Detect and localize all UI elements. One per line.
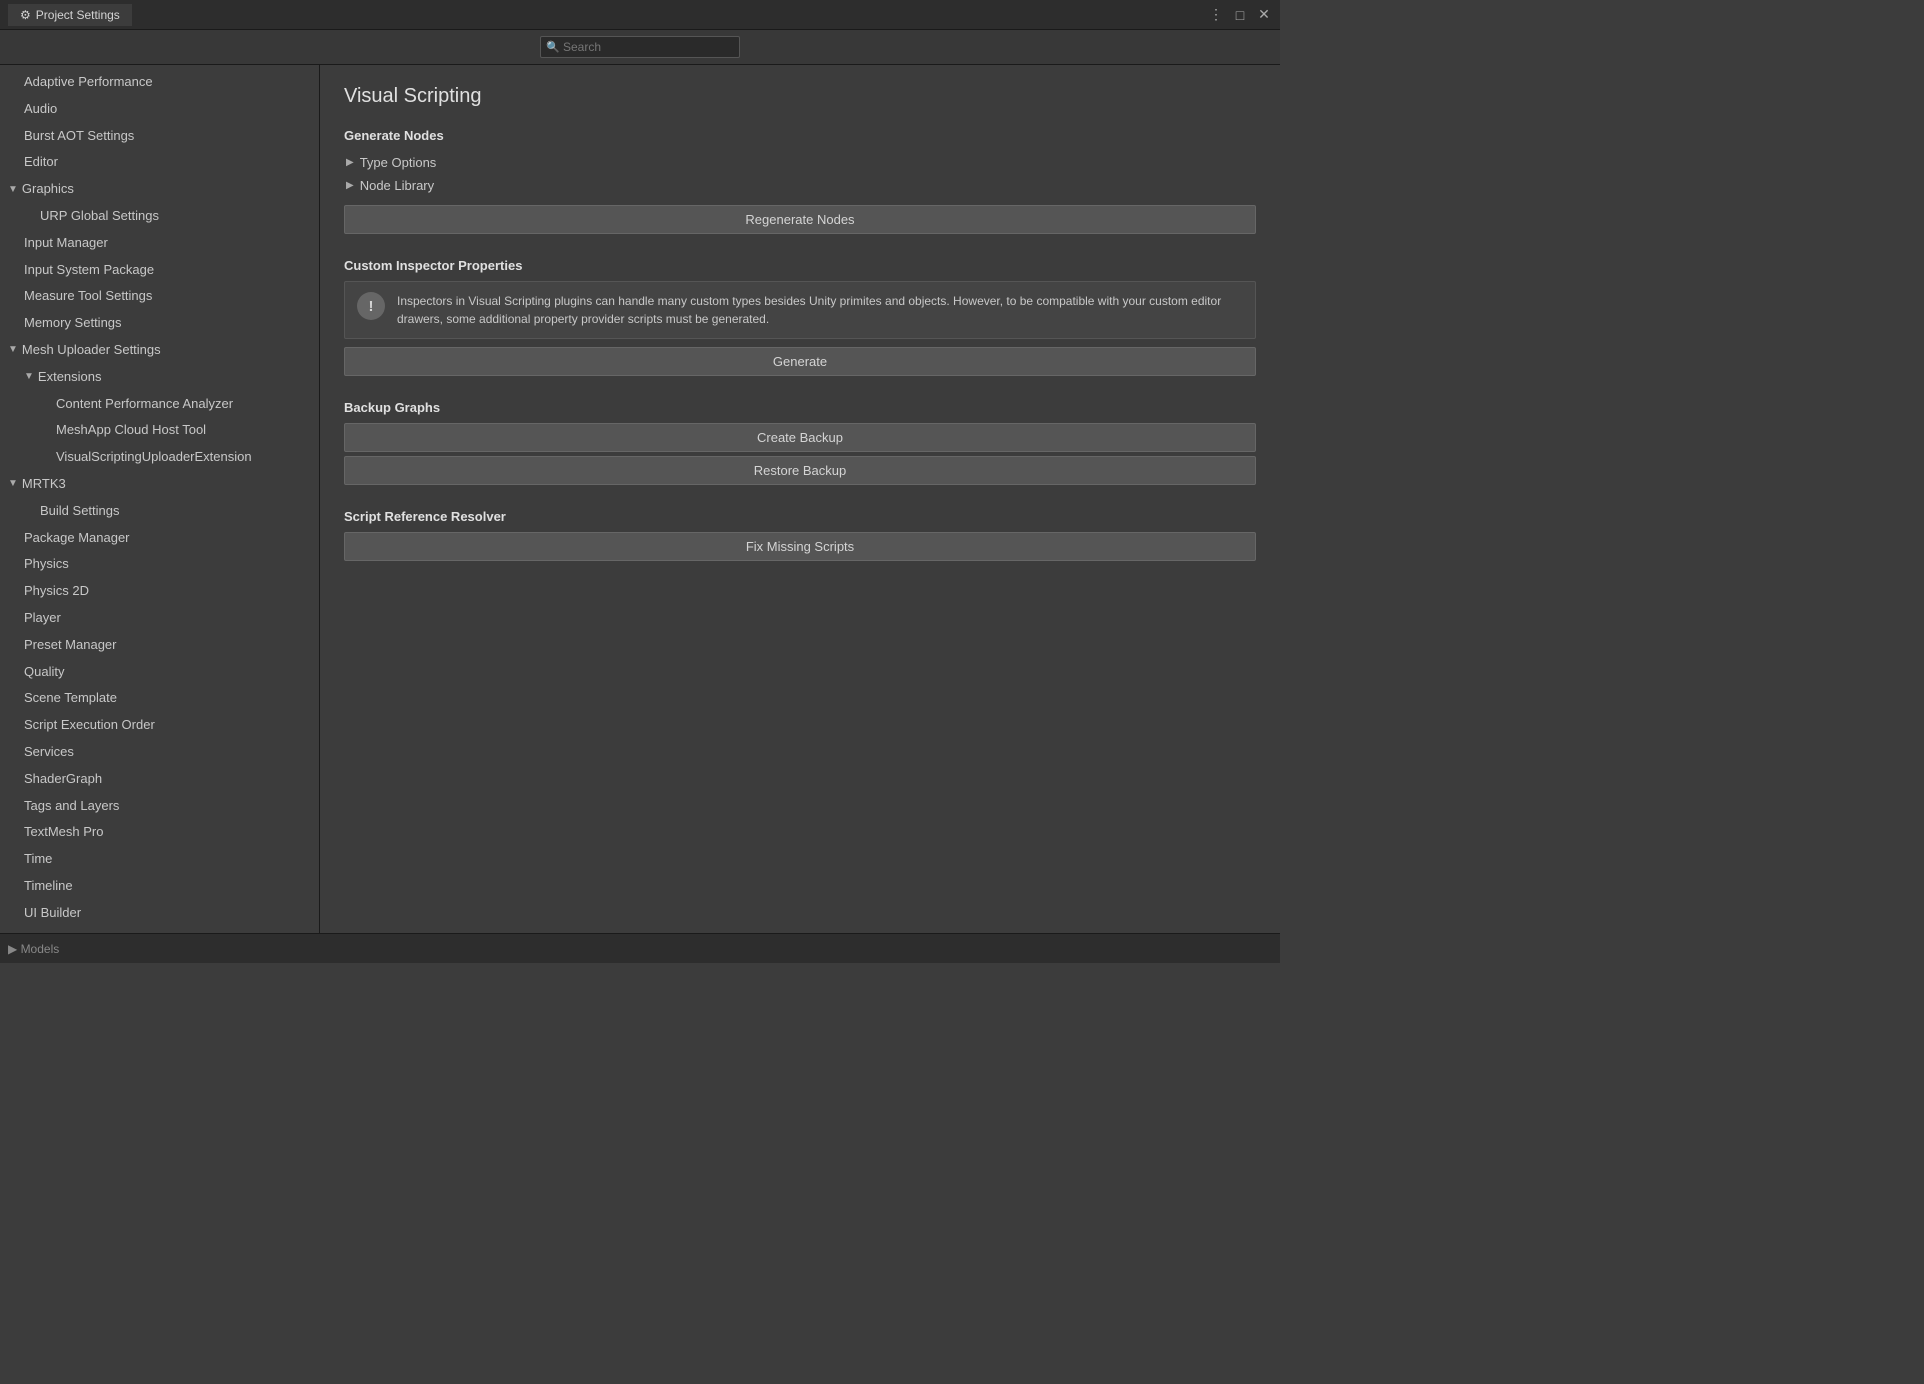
main-layout: Adaptive PerformanceAudioBurst AOT Setti… bbox=[0, 65, 1280, 933]
fix-missing-scripts-button[interactable]: Fix Missing Scripts bbox=[344, 532, 1256, 561]
graphics-arrow-icon: ▼ bbox=[8, 182, 18, 198]
title-bar-controls: ⋮ □ ✕ bbox=[1208, 6, 1272, 23]
page-title: Visual Scripting bbox=[344, 85, 1256, 108]
mrtk3-arrow-icon: ▼ bbox=[8, 476, 18, 492]
node-library-label: Node Library bbox=[360, 178, 434, 193]
sidebar-item-version-control[interactable]: Version Control bbox=[0, 927, 319, 934]
custom-inspector-section: Custom Inspector Properties ! Inspectors… bbox=[344, 258, 1256, 380]
sidebar: Adaptive PerformanceAudioBurst AOT Setti… bbox=[0, 65, 320, 933]
sidebar-item-measure-tool[interactable]: Measure Tool Settings bbox=[0, 283, 319, 310]
sidebar-item-script-execution[interactable]: Script Execution Order bbox=[0, 712, 319, 739]
sidebar-group-mesh-uploader[interactable]: ▼Mesh Uploader Settings bbox=[0, 337, 319, 364]
restore-icon[interactable]: □ bbox=[1232, 7, 1248, 23]
generate-button[interactable]: Generate bbox=[344, 347, 1256, 376]
info-text: Inspectors in Visual Scripting plugins c… bbox=[397, 292, 1243, 328]
sidebar-item-player[interactable]: Player bbox=[0, 605, 319, 632]
sidebar-group-graphics[interactable]: ▼Graphics bbox=[0, 176, 319, 203]
sidebar-item-time[interactable]: Time bbox=[0, 846, 319, 873]
sidebar-item-timeline[interactable]: Timeline bbox=[0, 873, 319, 900]
search-icon: 🔍 bbox=[546, 41, 560, 54]
mesh-uploader-arrow-icon: ▼ bbox=[8, 342, 18, 358]
sidebar-item-label-graphics: Graphics bbox=[22, 179, 74, 200]
sidebar-group-mrtk3[interactable]: ▼MRTK3 bbox=[0, 471, 319, 498]
title-tab: ⚙ Project Settings bbox=[8, 4, 132, 26]
bottom-bar: ▶ Models bbox=[0, 933, 1280, 963]
sidebar-item-physics-2d[interactable]: Physics 2D bbox=[0, 578, 319, 605]
sidebar-item-editor[interactable]: Editor bbox=[0, 149, 319, 176]
search-bar: 🔍 bbox=[0, 30, 1280, 65]
sidebar-item-visual-scripting-ext[interactable]: VisualScriptingUploaderExtension bbox=[0, 444, 319, 471]
restore-backup-button[interactable]: Restore Backup bbox=[344, 456, 1256, 485]
node-library-row[interactable]: ▶ Node Library bbox=[344, 174, 1256, 197]
title-bar: ⚙ Project Settings ⋮ □ ✕ bbox=[0, 0, 1280, 30]
script-reference-label: Script Reference Resolver bbox=[344, 509, 1256, 524]
sidebar-item-label-extensions: Extensions bbox=[38, 367, 102, 388]
generate-nodes-section: Generate Nodes ▶ Type Options ▶ Node Lib… bbox=[344, 128, 1256, 238]
sidebar-item-audio[interactable]: Audio bbox=[0, 96, 319, 123]
backup-graphs-label: Backup Graphs bbox=[344, 400, 1256, 415]
sidebar-item-urp-global[interactable]: URP Global Settings bbox=[0, 203, 319, 230]
warning-icon: ! bbox=[357, 292, 385, 320]
sidebar-group-extensions[interactable]: ▼Extensions bbox=[0, 364, 319, 391]
search-input[interactable] bbox=[540, 36, 740, 58]
sidebar-item-input-manager[interactable]: Input Manager bbox=[0, 230, 319, 257]
sidebar-item-services[interactable]: Services bbox=[0, 739, 319, 766]
close-icon[interactable]: ✕ bbox=[1256, 6, 1272, 23]
extensions-arrow-icon: ▼ bbox=[24, 369, 34, 385]
window-title: Project Settings bbox=[36, 8, 120, 22]
script-reference-section: Script Reference Resolver Fix Missing Sc… bbox=[344, 509, 1256, 565]
backup-graphs-section: Backup Graphs Create Backup Restore Back… bbox=[344, 400, 1256, 489]
sidebar-item-package-manager[interactable]: Package Manager bbox=[0, 525, 319, 552]
sidebar-item-content-perf[interactable]: Content Performance Analyzer bbox=[0, 391, 319, 418]
sidebar-item-shader-graph[interactable]: ShaderGraph bbox=[0, 766, 319, 793]
sidebar-item-ui-builder[interactable]: UI Builder bbox=[0, 900, 319, 927]
sidebar-item-input-system-package[interactable]: Input System Package bbox=[0, 257, 319, 284]
sidebar-item-scene-template[interactable]: Scene Template bbox=[0, 685, 319, 712]
type-options-label: Type Options bbox=[360, 155, 437, 170]
sidebar-item-label-mesh-uploader: Mesh Uploader Settings bbox=[22, 340, 161, 361]
sidebar-item-tags-layers[interactable]: Tags and Layers bbox=[0, 793, 319, 820]
generate-nodes-label: Generate Nodes bbox=[344, 128, 1256, 143]
info-box: ! Inspectors in Visual Scripting plugins… bbox=[344, 281, 1256, 339]
settings-gear-icon: ⚙ bbox=[20, 8, 31, 22]
custom-inspector-label: Custom Inspector Properties bbox=[344, 258, 1256, 273]
menu-icon[interactable]: ⋮ bbox=[1208, 6, 1224, 23]
node-library-arrow: ▶ bbox=[346, 180, 354, 191]
search-wrap: 🔍 bbox=[540, 36, 740, 58]
sidebar-item-quality[interactable]: Quality bbox=[0, 659, 319, 686]
sidebar-item-adaptive-performance[interactable]: Adaptive Performance bbox=[0, 69, 319, 96]
bottom-bar-text: ▶ Models bbox=[8, 942, 59, 956]
title-bar-left: ⚙ Project Settings bbox=[8, 4, 132, 26]
create-backup-button[interactable]: Create Backup bbox=[344, 423, 1256, 452]
regenerate-nodes-button[interactable]: Regenerate Nodes bbox=[344, 205, 1256, 234]
content-area: Visual Scripting Generate Nodes ▶ Type O… bbox=[320, 65, 1280, 933]
sidebar-item-memory-settings[interactable]: Memory Settings bbox=[0, 310, 319, 337]
sidebar-item-textmesh-pro[interactable]: TextMesh Pro bbox=[0, 819, 319, 846]
type-options-row[interactable]: ▶ Type Options bbox=[344, 151, 1256, 174]
sidebar-item-build-settings[interactable]: Build Settings bbox=[0, 498, 319, 525]
sidebar-item-meshapp-cloud[interactable]: MeshApp Cloud Host Tool bbox=[0, 417, 319, 444]
type-options-arrow: ▶ bbox=[346, 157, 354, 168]
sidebar-item-physics[interactable]: Physics bbox=[0, 551, 319, 578]
sidebar-item-burst-aot[interactable]: Burst AOT Settings bbox=[0, 123, 319, 150]
sidebar-item-label-mrtk3: MRTK3 bbox=[22, 474, 66, 495]
sidebar-item-preset-manager[interactable]: Preset Manager bbox=[0, 632, 319, 659]
